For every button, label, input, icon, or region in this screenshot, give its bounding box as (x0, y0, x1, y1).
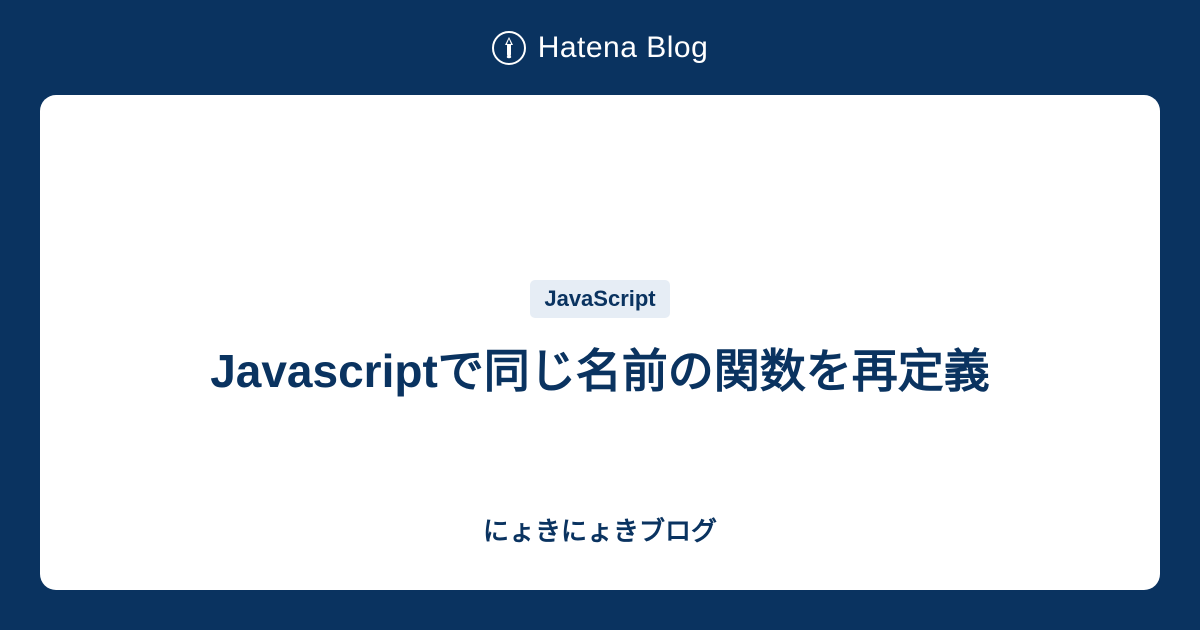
article-title: Javascriptで同じ名前の関数を再定義 (210, 338, 990, 405)
content-card: JavaScript Javascriptで同じ名前の関数を再定義 にょきにょき… (40, 95, 1160, 590)
category-tag: JavaScript (530, 280, 669, 318)
blog-name: にょきにょきブログ (483, 511, 717, 548)
header: Hatena Blog (0, 0, 1200, 95)
brand-text: Hatena Blog (538, 31, 709, 65)
hatena-logo-icon (492, 31, 526, 65)
